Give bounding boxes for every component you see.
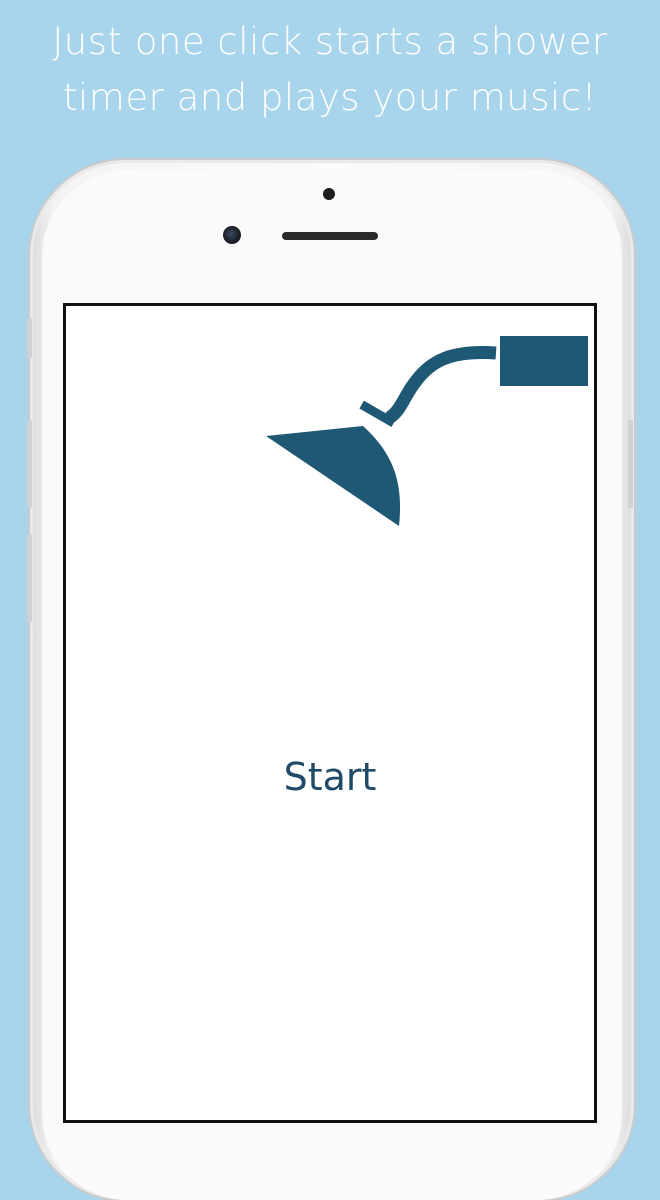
earpiece-speaker bbox=[282, 232, 378, 240]
headline-line-1: Just one click starts a shower bbox=[52, 20, 608, 63]
shower-head-icon bbox=[266, 336, 588, 526]
proximity-sensor bbox=[323, 188, 335, 200]
front-camera bbox=[223, 226, 241, 244]
volume-up-button bbox=[27, 420, 32, 508]
start-button[interactable]: Start bbox=[66, 752, 594, 802]
app-screen: Start bbox=[63, 303, 597, 1123]
power-button bbox=[628, 420, 633, 508]
mute-switch bbox=[27, 318, 32, 358]
volume-down-button bbox=[27, 534, 32, 622]
promo-headline: Just one click starts a shower timer and… bbox=[0, 14, 660, 126]
headline-line-2: timer and plays your music! bbox=[63, 76, 597, 119]
